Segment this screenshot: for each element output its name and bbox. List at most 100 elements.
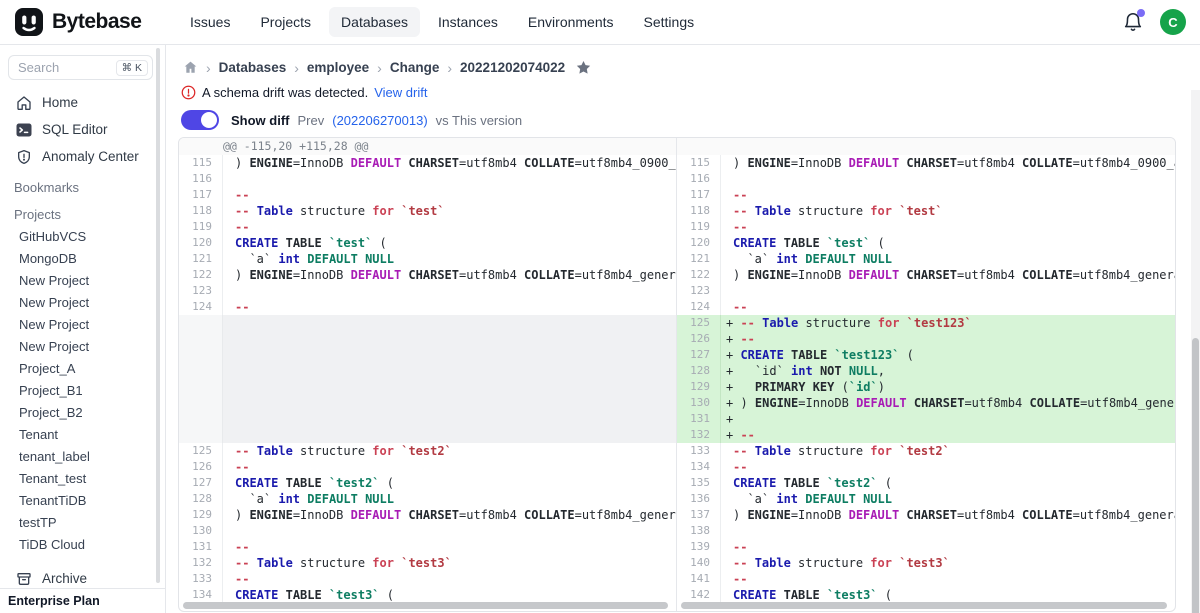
topnav-item-databases[interactable]: Databases: [329, 7, 420, 37]
line-number: 133: [179, 571, 223, 587]
view-drift-link[interactable]: View drift: [374, 85, 427, 100]
code-text: --: [223, 187, 249, 203]
bytebase-logo[interactable]: Bytebase: [0, 7, 168, 37]
show-diff-label: Show diff: [231, 113, 290, 128]
code-text: ) ENGINE=InnoDB DEFAULT CHARSET=utf8mb4 …: [223, 155, 676, 171]
sidebar-item-label: SQL Editor: [42, 122, 108, 137]
bytebase-logo-icon: [14, 7, 44, 37]
sidebar-scrollbar[interactable]: [156, 48, 160, 583]
code-text: + CREATE TABLE `test123` (: [721, 347, 914, 363]
line-number: 128: [677, 363, 721, 379]
project-item[interactable]: Tenant: [0, 424, 165, 446]
breadcrumb-item[interactable]: Change: [390, 60, 440, 75]
topnav-item-settings[interactable]: Settings: [632, 7, 707, 37]
code-text: + --: [721, 331, 755, 347]
user-avatar[interactable]: C: [1160, 9, 1186, 35]
search-box[interactable]: ⌘ K: [8, 55, 153, 80]
breadcrumb-item[interactable]: Databases: [219, 60, 287, 75]
code-text: --: [721, 299, 747, 315]
code-text: `a` int DEFAULT NULL: [721, 491, 892, 507]
line-number: 118: [179, 203, 223, 219]
breadcrumb-item[interactable]: 20221202074022: [460, 60, 565, 75]
line-number: 120: [179, 235, 223, 251]
diff-line: 124--: [677, 299, 1175, 315]
line-number: [179, 347, 223, 363]
code-text: [223, 331, 235, 347]
diff-line: 134CREATE TABLE `test3` (: [179, 587, 676, 603]
horizontal-scrollbar-right[interactable]: [681, 602, 1167, 609]
code-text: --: [223, 459, 249, 475]
bookmark-star-icon[interactable]: [575, 59, 592, 76]
diff-placeholder-row: [179, 331, 676, 347]
diff-line: 130: [179, 523, 676, 539]
drift-message: A schema drift was detected.: [202, 85, 368, 100]
vertical-scrollbar-track[interactable]: [1191, 90, 1200, 613]
notification-bell-icon[interactable]: [1122, 11, 1144, 33]
code-text: ) ENGINE=InnoDB DEFAULT CHARSET=utf8mb4 …: [721, 267, 1175, 283]
horizontal-scrollbar-left[interactable]: [183, 602, 668, 609]
diff-line: 118-- Table structure for `test`: [179, 203, 676, 219]
sidebar-item-home[interactable]: Home: [0, 89, 165, 116]
diff-line: 121 `a` int DEFAULT NULL: [179, 251, 676, 267]
breadcrumb-item[interactable]: employee: [307, 60, 369, 75]
show-diff-toggle[interactable]: [181, 110, 219, 130]
diff-line: 115) ENGINE=InnoDB DEFAULT CHARSET=utf8m…: [677, 155, 1175, 171]
code-text: ) ENGINE=InnoDB DEFAULT CHARSET=utf8mb4 …: [721, 507, 1175, 523]
project-item[interactable]: Project_B1: [0, 380, 165, 402]
project-item[interactable]: Project_B2: [0, 402, 165, 424]
sidebar-item-sql-editor[interactable]: SQL Editor: [0, 116, 165, 143]
diff-line: 133-- Table structure for `test2`: [677, 443, 1175, 459]
line-number: [179, 363, 223, 379]
line-number: 119: [179, 219, 223, 235]
line-number: [179, 331, 223, 347]
code-text: --: [223, 299, 249, 315]
diff-placeholder-row: [179, 315, 676, 331]
sidebar-item-anomaly-center[interactable]: Anomaly Center: [0, 143, 165, 170]
diff-line: 115) ENGINE=InnoDB DEFAULT CHARSET=utf8m…: [179, 155, 676, 171]
project-item[interactable]: New Project: [0, 292, 165, 314]
line-number: 120: [677, 235, 721, 251]
diff-line: 118-- Table structure for `test`: [677, 203, 1175, 219]
code-text: --: [721, 539, 747, 555]
project-item[interactable]: Tenant_test: [0, 468, 165, 490]
topnav-item-projects[interactable]: Projects: [248, 7, 323, 37]
breadcrumb-home-icon[interactable]: [183, 60, 198, 75]
project-item[interactable]: New Project: [0, 270, 165, 292]
project-item[interactable]: New Project: [0, 336, 165, 358]
line-number: 132: [677, 427, 721, 443]
vs-label: vs This version: [436, 113, 522, 128]
project-item[interactable]: GitHubVCS: [0, 226, 165, 248]
topnav-item-instances[interactable]: Instances: [426, 7, 510, 37]
sidebar-item-label: Anomaly Center: [42, 149, 139, 164]
code-text: [223, 347, 235, 363]
prev-version-link[interactable]: (202206270013): [332, 113, 427, 128]
vertical-scrollbar-thumb[interactable]: [1192, 338, 1199, 613]
line-number: [179, 379, 223, 395]
project-item[interactable]: tenant_label: [0, 446, 165, 468]
line-number: 136: [677, 491, 721, 507]
topnav-item-environments[interactable]: Environments: [516, 7, 626, 37]
diff-line: 140-- Table structure for `test3`: [677, 555, 1175, 571]
diff-placeholder-row: [179, 427, 676, 443]
project-item[interactable]: testTP: [0, 512, 165, 534]
topnav-item-issues[interactable]: Issues: [178, 7, 242, 37]
search-input[interactable]: [18, 60, 108, 75]
search-shortcut-badge: ⌘ K: [116, 60, 148, 76]
code-text: --: [721, 459, 747, 475]
project-item[interactable]: TiDB Cloud: [0, 534, 165, 556]
line-number: [179, 395, 223, 411]
diff-line: 129) ENGINE=InnoDB DEFAULT CHARSET=utf8m…: [179, 507, 676, 523]
project-item[interactable]: Project_A: [0, 358, 165, 380]
code-text: -- Table structure for `test2`: [721, 443, 950, 459]
terminal-icon: [16, 122, 32, 138]
diff-line: 120CREATE TABLE `test` (: [677, 235, 1175, 251]
project-item[interactable]: TenantTiDB: [0, 490, 165, 512]
diff-line: 141--: [677, 571, 1175, 587]
diff-line: 137) ENGINE=InnoDB DEFAULT CHARSET=utf8m…: [677, 507, 1175, 523]
diff-line: 117--: [677, 187, 1175, 203]
line-number: [179, 411, 223, 427]
project-item[interactable]: MongoDB: [0, 248, 165, 270]
project-item[interactable]: New Project: [0, 314, 165, 336]
schema-drift-banner: A schema drift was detected. View drift: [166, 76, 1200, 100]
code-text: `a` int DEFAULT NULL: [721, 251, 892, 267]
